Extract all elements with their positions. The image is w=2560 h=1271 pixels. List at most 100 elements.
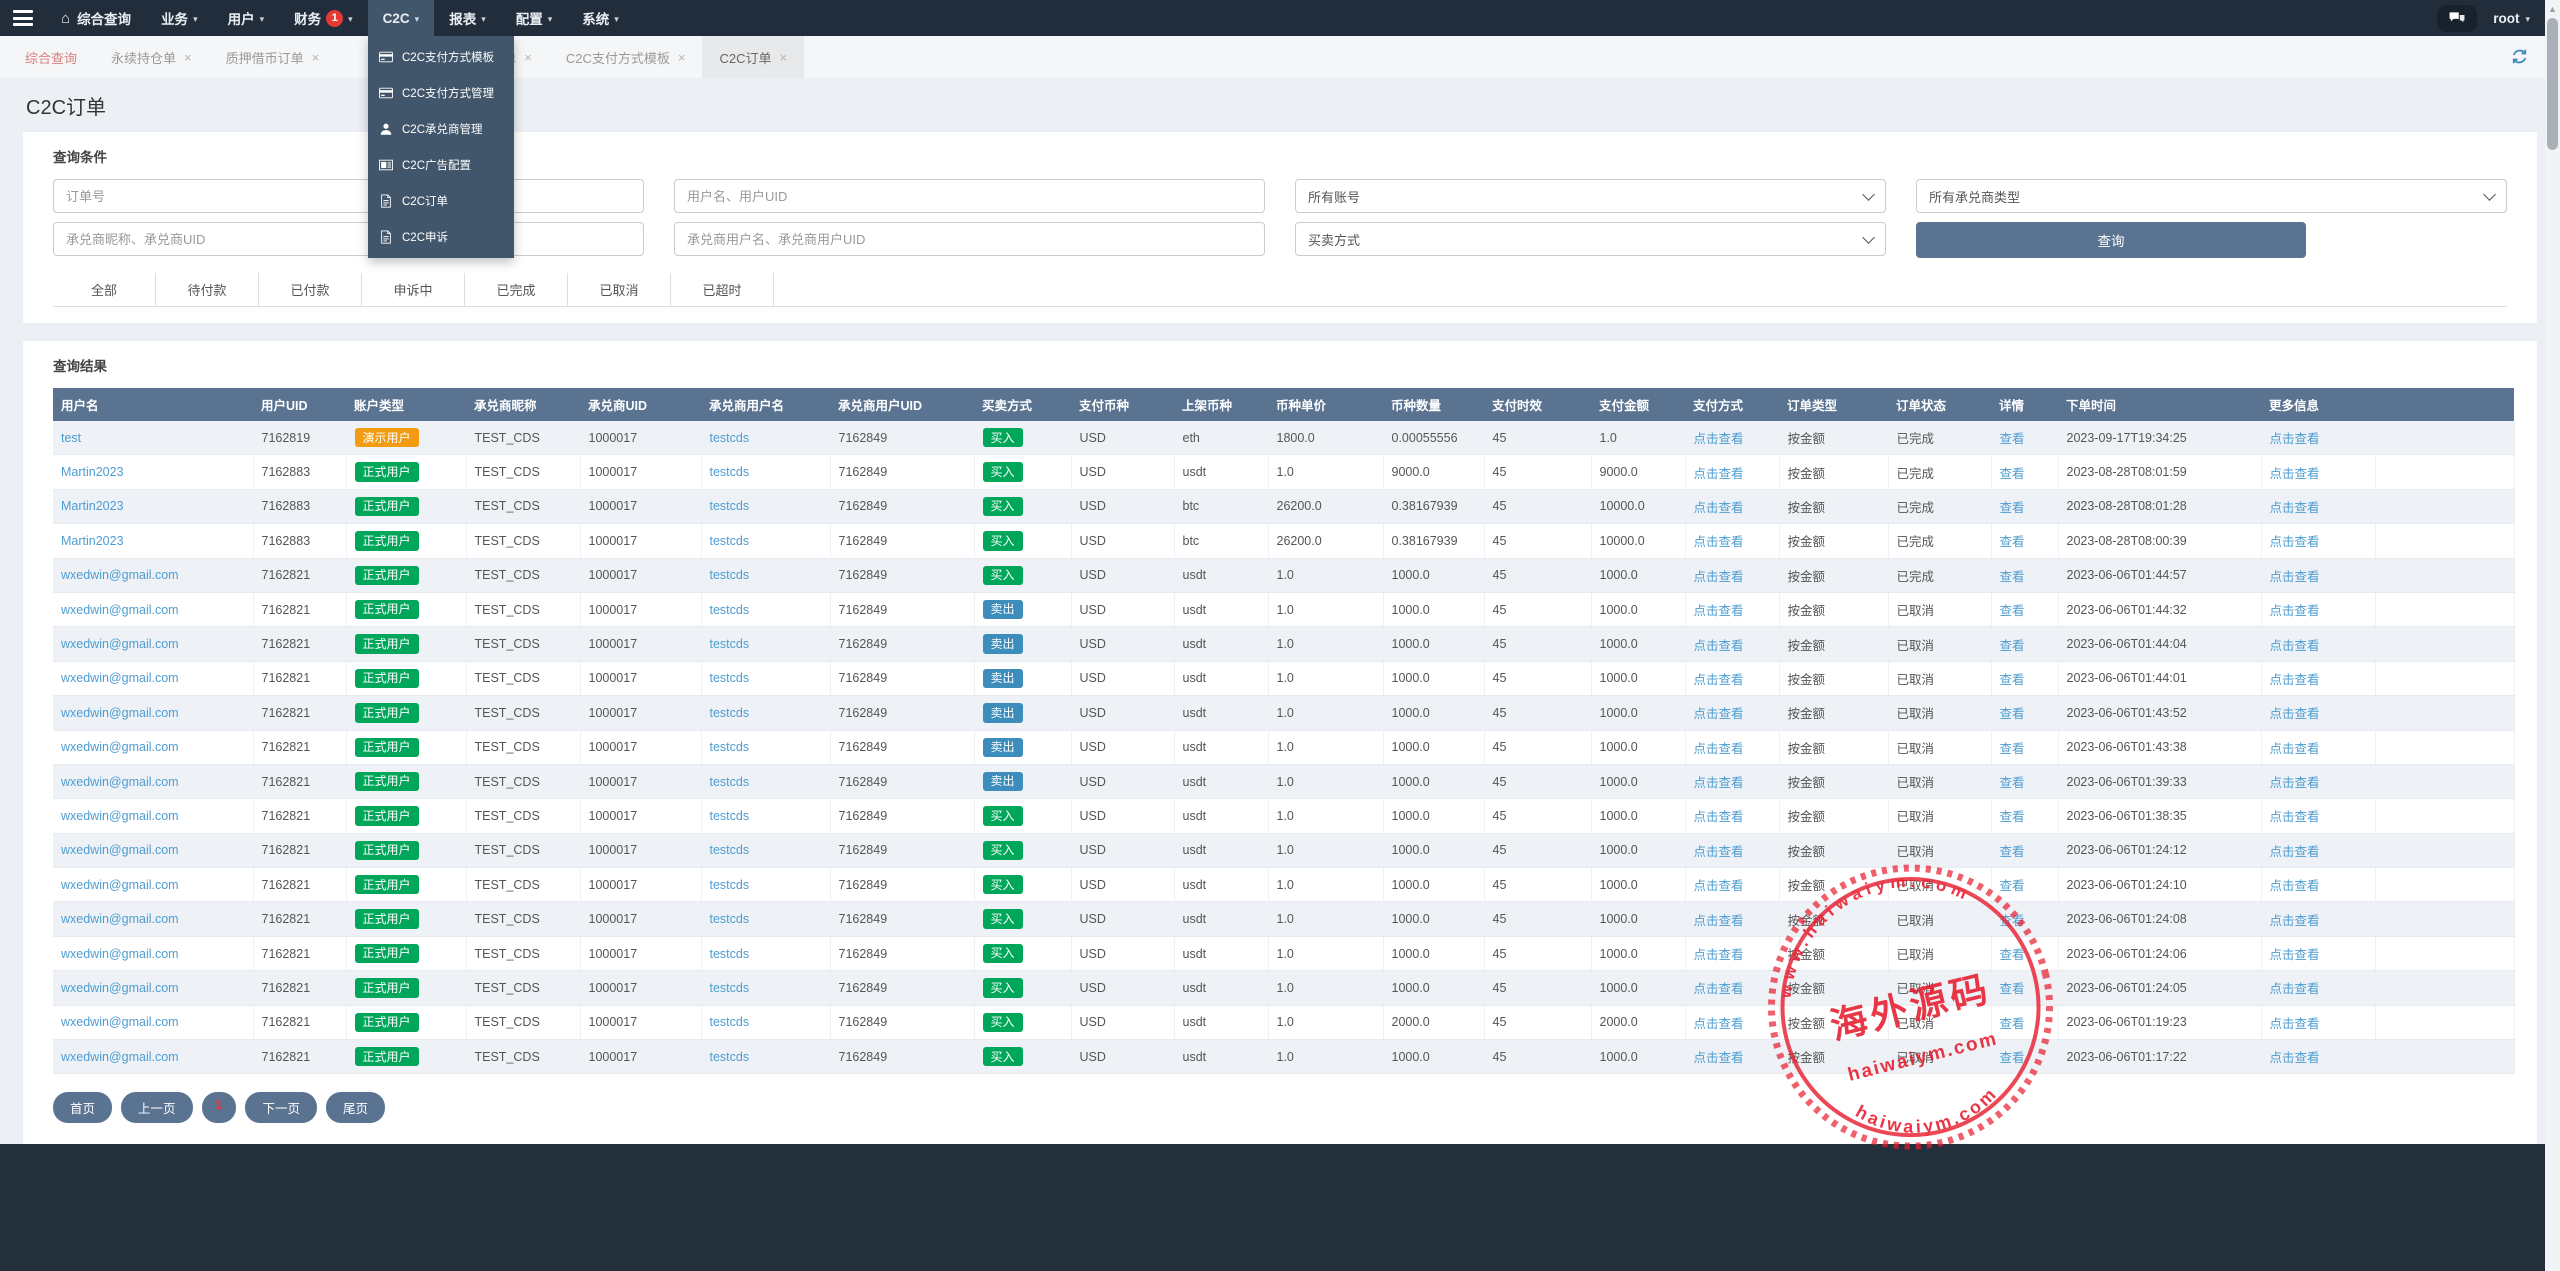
menu-item-C2C支付方式模板[interactable]: C2C支付方式模板 [368,39,514,75]
pay_method-link[interactable]: 点击查看 [1694,845,1744,859]
merchant-type-select[interactable]: 所有承兑商类型 [1916,179,2507,213]
detail-link[interactable]: 查看 [2000,535,2025,549]
more-link[interactable]: 点击查看 [2270,673,2320,687]
username-link[interactable]: wxedwin@gmail.com [61,1015,179,1029]
order-no-input[interactable] [53,179,644,213]
detail-link[interactable]: 查看 [2000,948,2025,962]
menu-item-C2C支付方式管理[interactable]: C2C支付方式管理 [368,75,514,111]
merchant_user-link[interactable]: testcds [710,843,750,857]
more-link[interactable]: 点击查看 [2270,707,2320,721]
more-link[interactable]: 点击查看 [2270,570,2320,584]
nav-item-user[interactable]: 用户▾ [213,0,280,36]
username-link[interactable]: wxedwin@gmail.com [61,1050,179,1064]
detail-link[interactable]: 查看 [2000,501,2025,515]
menu-item-C2C广告配置[interactable]: C2C广告配置 [368,147,514,183]
merchant_user-link[interactable]: testcds [710,499,750,513]
username-link[interactable]: wxedwin@gmail.com [61,568,179,582]
nav-item-home[interactable]: ⌂综合查询 [46,0,146,36]
refresh-icon[interactable] [2511,48,2528,65]
page-button-上一页[interactable]: 上一页 [121,1092,193,1123]
more-link[interactable]: 点击查看 [2270,501,2320,515]
nav-item-config[interactable]: 配置▾ [501,0,568,36]
detail-link[interactable]: 查看 [2000,845,2025,859]
tab-C2C支付方式模板[interactable]: C2C支付方式模板× [549,36,703,78]
filter-待付款[interactable]: 待付款 [156,273,259,306]
merchant_user-link[interactable]: testcds [710,465,750,479]
pay_method-link[interactable]: 点击查看 [1694,467,1744,481]
more-link[interactable]: 点击查看 [2270,432,2320,446]
merchant_user-link[interactable]: testcds [710,534,750,548]
detail-link[interactable]: 查看 [2000,1017,2025,1031]
merchant_user-link[interactable]: testcds [710,1050,750,1064]
more-link[interactable]: 点击查看 [2270,604,2320,618]
detail-link[interactable]: 查看 [2000,810,2025,824]
page-button-下一页[interactable]: 下一页 [245,1092,317,1123]
filter-已完成[interactable]: 已完成 [465,273,568,306]
username-link[interactable]: wxedwin@gmail.com [61,671,179,685]
more-link[interactable]: 点击查看 [2270,742,2320,756]
menu-item-C2C订单[interactable]: C2C订单 [368,183,514,219]
merchant-nick-input[interactable] [53,222,644,256]
scroll-up-arrow[interactable]: ▲ [2545,0,2560,14]
pay_method-link[interactable]: 点击查看 [1694,707,1744,721]
more-link[interactable]: 点击查看 [2270,1017,2320,1031]
filter-已超时[interactable]: 已超时 [671,273,774,306]
pay_method-link[interactable]: 点击查看 [1694,673,1744,687]
merchant_user-link[interactable]: testcds [710,947,750,961]
detail-link[interactable]: 查看 [2000,879,2025,893]
pay_method-link[interactable]: 点击查看 [1694,879,1744,893]
account-select[interactable]: 所有账号 [1295,179,1886,213]
more-link[interactable]: 点击查看 [2270,948,2320,962]
filter-已取消[interactable]: 已取消 [568,273,671,306]
detail-link[interactable]: 查看 [2000,604,2025,618]
merchant_user-link[interactable]: testcds [710,878,750,892]
detail-link[interactable]: 查看 [2000,673,2025,687]
username-link[interactable]: test [61,431,81,445]
detail-link[interactable]: 查看 [2000,467,2025,481]
merchant_user-link[interactable]: testcds [710,671,750,685]
merchant_user-link[interactable]: testcds [710,775,750,789]
username-link[interactable]: Martin2023 [61,499,124,513]
pay_method-link[interactable]: 点击查看 [1694,1051,1744,1065]
more-link[interactable]: 点击查看 [2270,639,2320,653]
chat-icon[interactable] [2437,5,2477,32]
pay_method-link[interactable]: 点击查看 [1694,432,1744,446]
username-link[interactable]: wxedwin@gmail.com [61,878,179,892]
username-link[interactable]: wxedwin@gmail.com [61,740,179,754]
close-icon[interactable]: × [779,51,787,64]
merchant_user-link[interactable]: testcds [710,568,750,582]
username-link[interactable]: wxedwin@gmail.com [61,981,179,995]
username-link[interactable]: wxedwin@gmail.com [61,603,179,617]
more-link[interactable]: 点击查看 [2270,776,2320,790]
tab-C2C订单[interactable]: C2C订单× [702,36,804,78]
merchant_user-link[interactable]: testcds [710,603,750,617]
more-link[interactable]: 点击查看 [2270,914,2320,928]
nav-item-finance[interactable]: 财务1▾ [279,0,368,36]
detail-link[interactable]: 查看 [2000,914,2025,928]
menu-item-C2C承兑商管理[interactable]: C2C承兑商管理 [368,111,514,147]
user-menu[interactable]: root ▾ [2493,11,2530,26]
hamburger-menu-icon[interactable] [0,0,46,36]
username-link[interactable]: Martin2023 [61,534,124,548]
tab-综合查询[interactable]: 综合查询 [8,36,94,78]
detail-link[interactable]: 查看 [2000,639,2025,653]
username-link[interactable]: wxedwin@gmail.com [61,947,179,961]
merchant_user-link[interactable]: testcds [710,809,750,823]
more-link[interactable]: 点击查看 [2270,982,2320,996]
page-button-首页[interactable]: 首页 [53,1092,112,1123]
more-link[interactable]: 点击查看 [2270,467,2320,481]
username-link[interactable]: wxedwin@gmail.com [61,706,179,720]
nav-item-c2c[interactable]: C2C▾ [368,0,435,36]
pay_method-link[interactable]: 点击查看 [1694,914,1744,928]
detail-link[interactable]: 查看 [2000,707,2025,721]
detail-link[interactable]: 查看 [2000,570,2025,584]
tab-质押借币订单[interactable]: 质押借币订单× [209,36,337,78]
detail-link[interactable]: 查看 [2000,742,2025,756]
pay_method-link[interactable]: 点击查看 [1694,776,1744,790]
pay_method-link[interactable]: 点击查看 [1694,604,1744,618]
close-icon[interactable]: × [184,51,192,64]
page-current[interactable]: 1 [202,1092,237,1123]
user-input[interactable] [674,179,1265,213]
close-icon[interactable]: × [312,51,320,64]
pay_method-link[interactable]: 点击查看 [1694,948,1744,962]
